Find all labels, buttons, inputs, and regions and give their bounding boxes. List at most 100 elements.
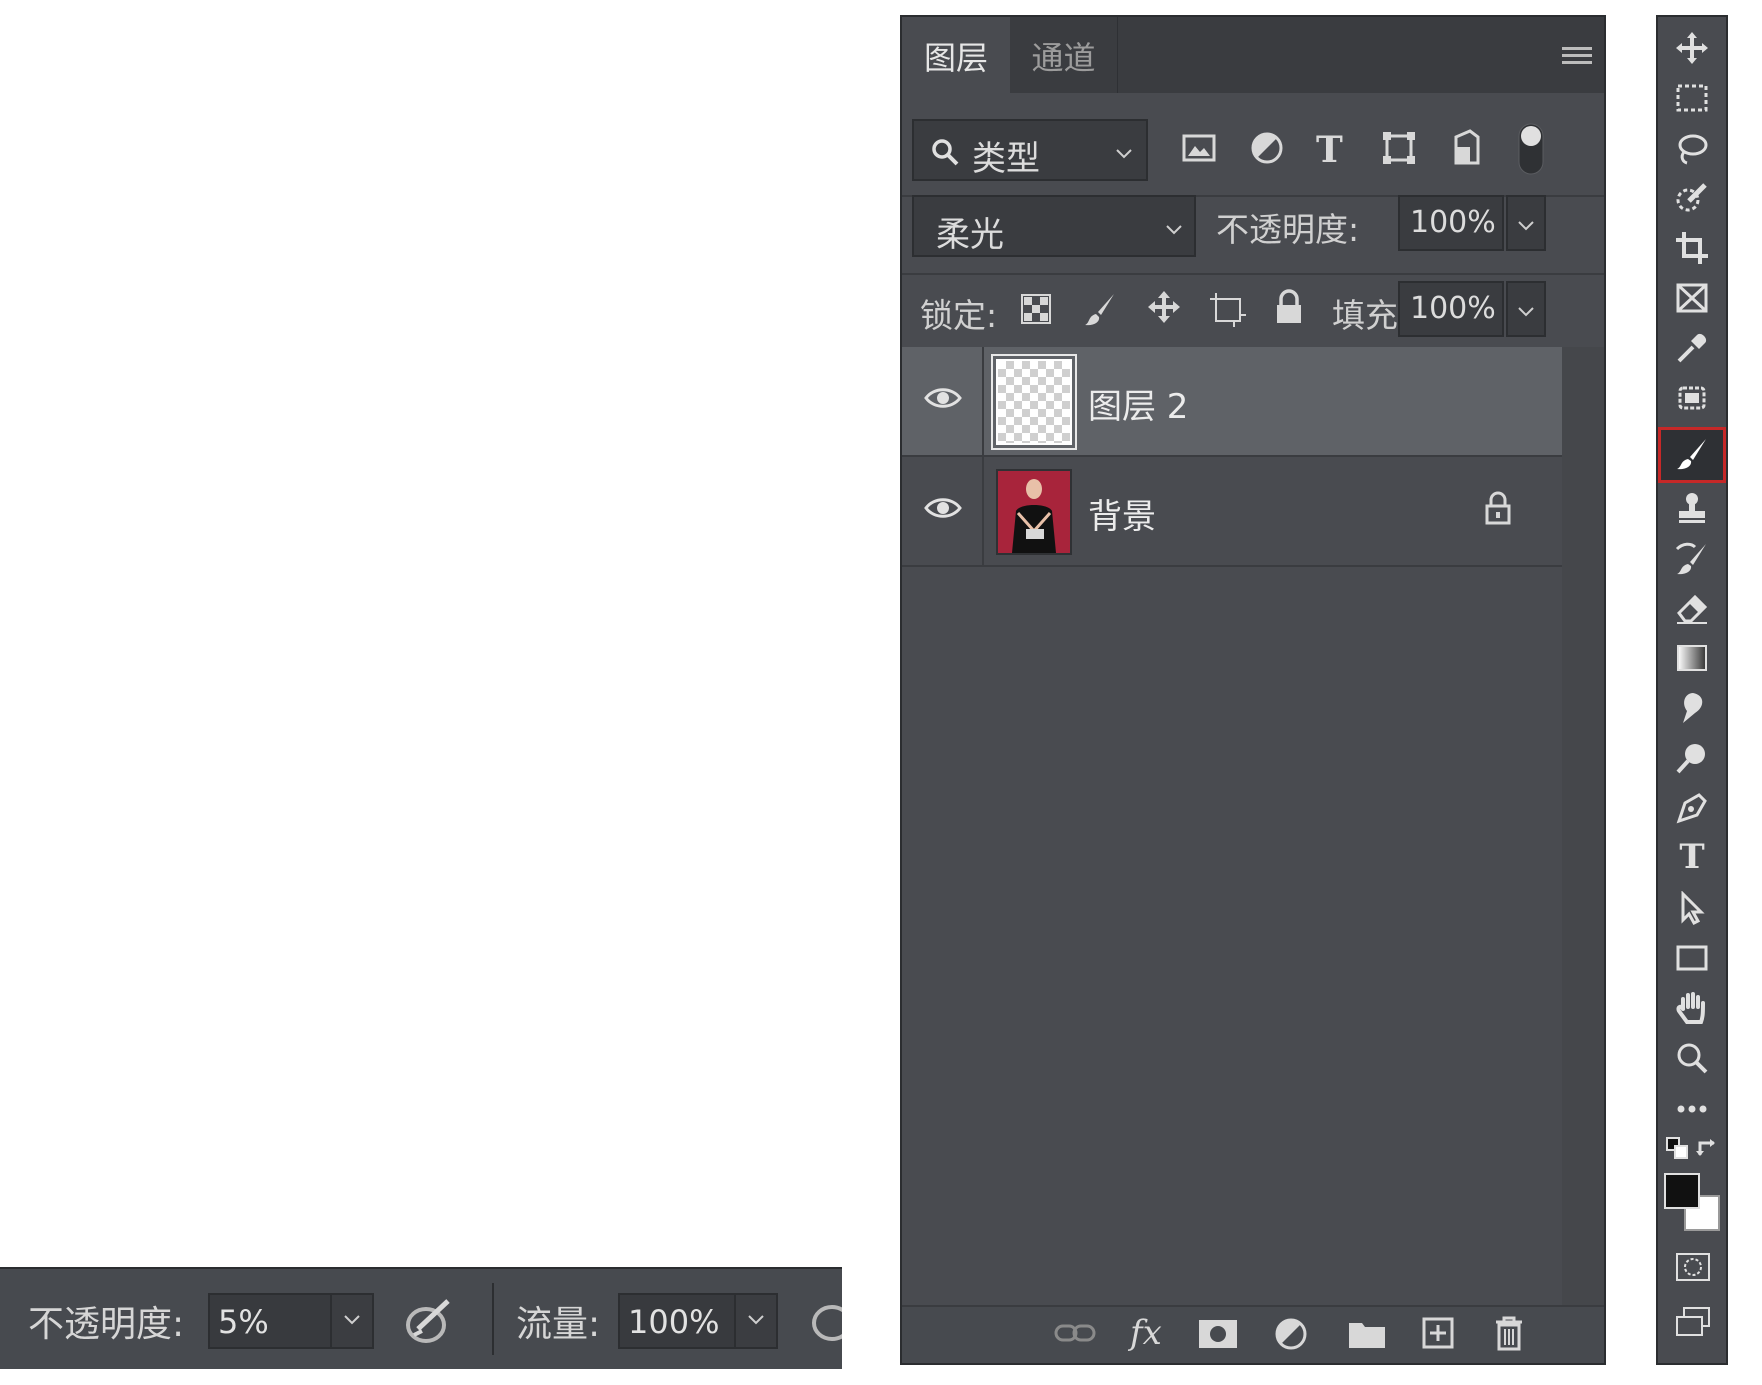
flow-dropdown-button[interactable]	[734, 1293, 778, 1349]
new-layer-icon[interactable]	[1422, 1317, 1454, 1349]
tool-pen[interactable]	[1658, 785, 1726, 833]
layer-opacity-input[interactable]: 100%	[1398, 195, 1504, 251]
tool-eyedropper[interactable]	[1658, 325, 1726, 373]
layer-row-layer-2[interactable]: 图层 2	[902, 347, 1562, 457]
chevron-down-icon	[344, 1315, 360, 1325]
layer-row-background[interactable]: 背景	[902, 457, 1562, 567]
screen-mode-icon[interactable]	[1676, 1307, 1710, 1337]
layer-name: 图层 2	[1088, 387, 1189, 427]
tool-dodge[interactable]	[1658, 735, 1726, 783]
history-brush-icon	[1675, 542, 1706, 575]
lasso-icon	[1678, 134, 1708, 165]
swap-colors-icon[interactable]	[1696, 1137, 1720, 1159]
filter-type-icon[interactable]: T	[1316, 129, 1343, 171]
panel-menu-icon[interactable]	[1562, 45, 1592, 67]
mask-icon[interactable]	[1198, 1319, 1238, 1349]
flow-label: 流量:	[516, 1304, 601, 1345]
tool-history-brush[interactable]	[1658, 535, 1726, 583]
airbrush-icon[interactable]	[810, 1295, 842, 1345]
visibility-eye-icon[interactable]	[924, 385, 962, 411]
flow-input[interactable]: 100%	[618, 1293, 736, 1349]
filter-pixel-icon[interactable]	[1182, 133, 1216, 163]
crop-icon	[1676, 232, 1708, 264]
default-colors-icon[interactable]	[1666, 1137, 1688, 1159]
chevron-down-icon	[1518, 221, 1534, 231]
layer-filter-row: 类型 T	[902, 109, 1604, 197]
options-bar: 不透明度: 5% 流量: 100%	[0, 1267, 842, 1369]
gradient-icon	[1677, 645, 1707, 671]
visibility-eye-icon[interactable]	[924, 495, 962, 521]
tool-stamp[interactable]	[1658, 485, 1726, 533]
rectangle-icon	[1676, 945, 1708, 971]
tool-zoom[interactable]	[1658, 1035, 1726, 1083]
quick-mask-icon[interactable]	[1676, 1253, 1710, 1281]
marquee-icon	[1676, 84, 1708, 112]
trash-icon[interactable]	[1494, 1315, 1524, 1351]
eraser-icon	[1677, 594, 1708, 624]
lock-image-pixels-icon[interactable]	[1082, 291, 1118, 327]
lock-label: 锁定:	[920, 296, 998, 335]
blend-row: 柔光 不透明度: 100%	[902, 195, 1604, 275]
tool-patch[interactable]	[1658, 375, 1726, 423]
tool-move[interactable]	[1658, 25, 1726, 73]
hand-icon	[1676, 992, 1705, 1024]
tool-blur[interactable]	[1658, 685, 1726, 733]
more-icon	[1677, 1105, 1707, 1113]
tool-frame[interactable]	[1658, 275, 1726, 323]
opacity-input[interactable]: 5%	[208, 1293, 332, 1349]
lock-position-icon[interactable]	[1146, 289, 1182, 325]
blend-mode-dropdown[interactable]: 柔光	[912, 195, 1196, 257]
filter-toggle-switch[interactable]	[1518, 123, 1544, 175]
layer-locked-icon	[1484, 491, 1512, 525]
opacity-value: 5%	[218, 1303, 269, 1341]
layer-thumbnail-photo	[996, 469, 1072, 555]
lock-transparent-pixels-icon[interactable]	[1020, 293, 1052, 325]
fill-value: 100%	[1410, 291, 1496, 326]
tool-path-select[interactable]	[1658, 885, 1726, 933]
fx-icon[interactable]: fx	[1130, 1313, 1162, 1353]
tool-type[interactable]: T	[1658, 835, 1726, 883]
tool-gradient[interactable]	[1658, 635, 1726, 683]
fill-dropdown-button[interactable]	[1506, 281, 1546, 337]
lock-all-icon[interactable]	[1274, 289, 1304, 325]
tab-layers[interactable]: 图层	[902, 17, 1010, 93]
fill-input[interactable]: 100%	[1398, 281, 1504, 337]
layer-opacity-value: 100%	[1410, 205, 1496, 240]
search-icon	[932, 139, 959, 166]
zoom-icon	[1677, 1043, 1708, 1074]
link-icon[interactable]	[1054, 1321, 1096, 1345]
filter-shape-icon[interactable]	[1382, 131, 1416, 165]
tool-hand[interactable]	[1658, 985, 1726, 1033]
adjustment-icon[interactable]	[1274, 1317, 1308, 1351]
tool-more[interactable]	[1658, 1085, 1726, 1133]
filter-smart-object-icon[interactable]	[1450, 129, 1482, 165]
path-select-icon	[1681, 891, 1705, 925]
tool-brush[interactable]	[1658, 427, 1726, 483]
filter-kind-dropdown[interactable]: 类型	[912, 119, 1148, 181]
flow-value: 100%	[628, 1303, 720, 1341]
layer-opacity-dropdown-button[interactable]	[1506, 195, 1546, 251]
filter-adjustment-icon[interactable]	[1250, 131, 1284, 165]
stamp-icon	[1679, 493, 1705, 523]
tab-channels[interactable]: 通道	[1010, 17, 1118, 93]
lock-artboard-icon[interactable]	[1208, 291, 1246, 327]
opacity-dropdown-button[interactable]	[330, 1293, 374, 1349]
opacity-label: 不透明度:	[28, 1304, 185, 1345]
foreground-color-swatch[interactable]	[1664, 1173, 1700, 1209]
layer-list-scrollbar[interactable]	[1562, 347, 1604, 1307]
pressure-opacity-icon[interactable]	[404, 1295, 458, 1345]
brush-icon	[1677, 439, 1706, 470]
tool-lasso[interactable]	[1658, 125, 1726, 173]
tool-crop[interactable]	[1658, 225, 1726, 273]
patch-icon	[1678, 386, 1706, 410]
layers-panel: 图层 通道 类型 T 柔光 不透明度: 100% 锁定: 填充: 100% 图层…	[900, 15, 1606, 1365]
tool-eraser[interactable]	[1658, 585, 1726, 633]
chevron-down-icon	[1518, 307, 1534, 317]
tool-rectangle[interactable]	[1658, 935, 1726, 983]
blur-icon	[1683, 693, 1703, 723]
folder-icon[interactable]	[1348, 1319, 1386, 1349]
tool-marquee[interactable]	[1658, 75, 1726, 123]
frame-icon	[1676, 283, 1708, 313]
tool-quick-select[interactable]	[1658, 175, 1726, 223]
filter-kind-label: 类型	[972, 139, 1040, 179]
